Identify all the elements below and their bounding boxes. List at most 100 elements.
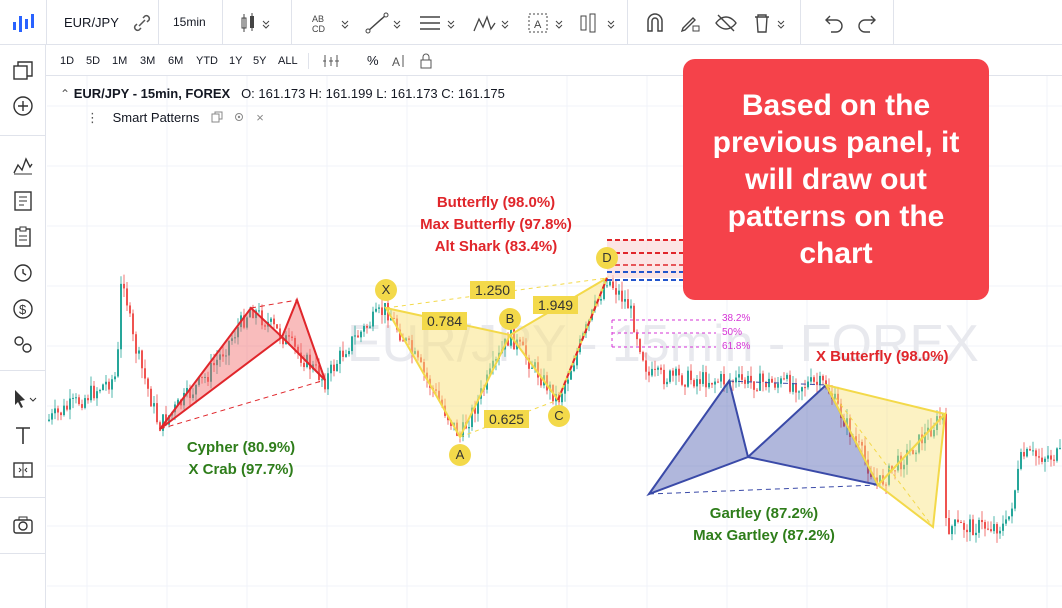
candle-body (654, 368, 656, 370)
candle-body (735, 377, 737, 383)
alarm-clock-icon[interactable] (11, 260, 35, 284)
redo-icon[interactable] (855, 11, 879, 35)
range-6m[interactable]: 6M (168, 55, 183, 67)
horizontal-lines-icon[interactable] (418, 11, 462, 35)
more-options-icon[interactable]: ⋮ (86, 110, 99, 125)
clipboard-icon[interactable] (11, 225, 35, 249)
range-1y[interactable]: 1Y (229, 55, 242, 67)
cursor-icon[interactable] (11, 387, 39, 411)
range-5d[interactable]: 5D (86, 55, 100, 67)
trash-icon[interactable] (750, 11, 790, 35)
candle-body (903, 464, 905, 470)
dollar-icon[interactable]: $ (11, 297, 35, 321)
close-icon[interactable]: × (256, 110, 264, 125)
link-icon[interactable] (130, 11, 154, 35)
candle-body (777, 383, 779, 388)
candle-body (684, 384, 686, 387)
text-tool-icon[interactable]: ABCD (310, 11, 354, 35)
candle-body (627, 299, 629, 309)
chart-type-candles-icon[interactable] (238, 11, 274, 35)
indicators-icon[interactable] (11, 153, 35, 177)
range-5y[interactable]: 5Y (253, 55, 266, 67)
fib-level-382: 38.2% (722, 313, 751, 324)
collapse-chevron-icon[interactable]: ⌃ (60, 87, 70, 101)
candle-body (534, 362, 536, 368)
settings-gear-icon[interactable] (233, 111, 245, 123)
candle-body (630, 305, 632, 309)
indicator-name[interactable]: Smart Patterns (113, 110, 200, 125)
candle-body (234, 337, 236, 339)
candle-body (912, 449, 914, 455)
candle-body (210, 362, 212, 382)
candle-body (705, 372, 707, 388)
x-crab-label: X Crab (97.7%) (188, 461, 294, 478)
candle-body (714, 381, 716, 385)
candle-body (90, 385, 92, 401)
candle-body (435, 389, 437, 391)
candle-body (174, 404, 176, 413)
candle-body (444, 405, 446, 416)
candle-body (198, 376, 200, 385)
toolbar-divider (158, 0, 159, 45)
candle-body (786, 374, 788, 379)
candle-body (129, 305, 131, 314)
auto-scale-icon[interactable]: A (391, 53, 407, 69)
interval-selector[interactable]: 15min (173, 15, 206, 29)
range-all[interactable]: ALL (278, 55, 298, 67)
undo-icon[interactable] (822, 11, 846, 35)
crosshair-tool-icon[interactable] (11, 423, 35, 447)
candle-body (744, 379, 746, 384)
candle-body (732, 381, 734, 383)
percent-scale-toggle[interactable]: % (367, 53, 379, 68)
app-logo-icon[interactable] (10, 10, 38, 36)
candle-body (138, 350, 140, 354)
candle-body (255, 310, 257, 319)
candle-body (1053, 459, 1055, 461)
point-a-marker: A (449, 444, 471, 466)
candle-body (114, 376, 116, 380)
lock-scale-icon[interactable] (419, 53, 433, 69)
candle-body (177, 399, 179, 405)
date-range-icon[interactable] (322, 54, 340, 68)
candle-body (111, 379, 113, 390)
camera-icon[interactable] (11, 513, 35, 537)
range-3m[interactable]: 3M (140, 55, 155, 67)
candle-body (1041, 457, 1043, 462)
range-1d[interactable]: 1D (60, 55, 74, 67)
candle-body (900, 455, 902, 470)
candle-body (228, 340, 230, 356)
candle-body (1047, 455, 1049, 459)
candle-body (993, 524, 995, 532)
candle-body (642, 352, 644, 361)
candle-body (471, 407, 473, 428)
gear-cluster-icon[interactable] (11, 332, 35, 356)
add-icon[interactable] (11, 94, 35, 118)
candle-body (990, 529, 992, 532)
candle-body (774, 382, 776, 388)
candle-body (372, 311, 374, 327)
range-1m[interactable]: 1M (112, 55, 127, 67)
candle-body (1014, 490, 1016, 509)
pattern-icon[interactable] (472, 11, 516, 35)
candle-body (600, 299, 602, 301)
range-ytd[interactable]: YTD (196, 55, 218, 67)
candle-body (849, 418, 851, 437)
magnet-icon[interactable] (643, 11, 667, 35)
copy-icon[interactable] (211, 111, 223, 123)
bars-icon[interactable] (578, 11, 622, 35)
candle-body (612, 281, 614, 289)
candle-body (591, 309, 593, 320)
eye-off-icon[interactable] (714, 11, 738, 35)
layouts-icon[interactable] (11, 59, 35, 83)
script-icon[interactable] (11, 189, 35, 213)
candle-body (558, 393, 560, 403)
symbol-selector[interactable]: EUR/JPY (64, 15, 119, 30)
candle-body (687, 370, 689, 387)
candle-body (513, 327, 515, 350)
pencil-lock-icon[interactable] (678, 11, 702, 35)
candle-body (294, 337, 296, 347)
trend-line-icon[interactable] (364, 11, 408, 35)
compare-icon[interactable] (11, 458, 35, 482)
candle-body (423, 362, 425, 373)
annotation-icon[interactable]: A (526, 11, 570, 35)
